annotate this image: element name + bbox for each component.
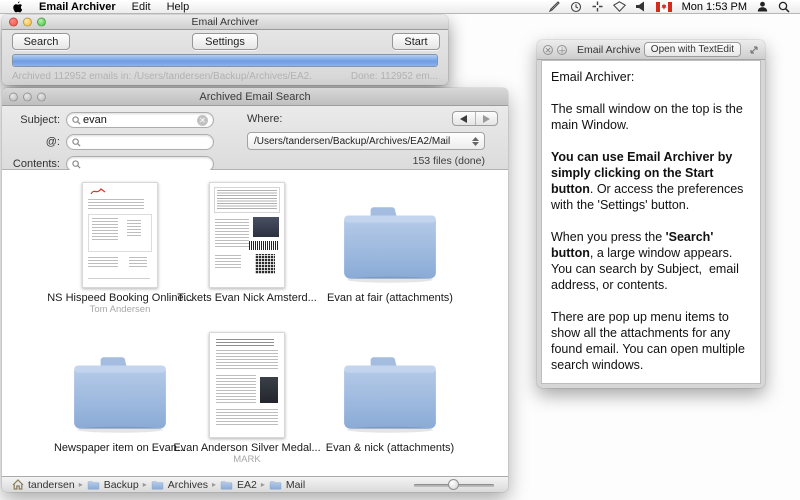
minimize-button[interactable] xyxy=(23,92,32,101)
folder-icon[interactable] xyxy=(339,202,441,286)
spotlight-icon[interactable] xyxy=(778,1,790,13)
search-icon xyxy=(72,116,81,125)
file-subtitle: MARK xyxy=(169,454,325,465)
path-item-mail[interactable]: Mail xyxy=(269,479,305,491)
email-archiver-window: Email Archiver Search Settings Start Arc… xyxy=(2,15,448,85)
close-button[interactable] xyxy=(9,92,18,101)
where-label: Where: xyxy=(247,113,282,125)
minimize-button[interactable] xyxy=(23,18,32,27)
file-item[interactable]: Evan at fair (attachments) xyxy=(312,176,468,315)
icon-size-slider[interactable] xyxy=(414,478,494,492)
expand-icon[interactable] xyxy=(749,45,759,55)
address-label: @: xyxy=(2,136,60,148)
main-window-titlebar[interactable]: Email Archiver xyxy=(2,15,448,30)
back-button[interactable] xyxy=(453,112,475,125)
archive-progress-bar xyxy=(12,54,438,67)
clear-icon[interactable]: ✕ xyxy=(197,115,208,126)
file-name: Evan at fair (attachments) xyxy=(312,292,468,304)
file-item[interactable]: Evan & nick (attachments) xyxy=(312,326,468,465)
progress-fill xyxy=(13,55,437,66)
pen-icon[interactable] xyxy=(549,1,560,12)
search-results-grid: NS Hispeed Booking Online... Tom Anderse… xyxy=(2,170,508,476)
menu-bar: Email Archiver Edit Help Mon 1:53 xyxy=(0,0,800,14)
menu-edit[interactable]: Edit xyxy=(132,1,151,13)
path-item-archives[interactable]: Archives xyxy=(151,479,208,491)
quicklook-title: Email Archiver.rtf xyxy=(577,44,640,56)
fullscreen-button[interactable]: ＋ xyxy=(557,45,567,55)
file-item[interactable]: Evan Anderson Silver Medal... MARK xyxy=(169,326,325,465)
close-button[interactable] xyxy=(9,18,18,27)
search-window-titlebar[interactable]: Archived Email Search xyxy=(2,88,508,106)
forward-icon xyxy=(483,115,490,123)
document-thumbnail-invoice[interactable] xyxy=(82,182,158,288)
address-input[interactable] xyxy=(81,136,208,148)
search-icon xyxy=(72,160,81,169)
canada-flag-icon[interactable] xyxy=(656,2,672,12)
subject-input[interactable] xyxy=(81,114,197,126)
file-subtitle xyxy=(169,304,325,315)
file-name: Evan Anderson Silver Medal... xyxy=(169,442,325,454)
crosshair-icon[interactable] xyxy=(592,1,603,12)
subject-field[interactable]: ✕ xyxy=(66,112,214,128)
slider-thumb[interactable] xyxy=(448,479,459,490)
start-button[interactable]: Start xyxy=(392,33,440,50)
main-window-title: Email Archiver xyxy=(191,16,258,28)
where-popup-menu[interactable]: /Users/tandersen/Backup/Archives/EA2/Mai… xyxy=(247,132,485,150)
archive-done-text: Done: 112952 em... xyxy=(351,71,438,82)
search-icon xyxy=(72,138,81,147)
home-icon xyxy=(12,479,24,490)
open-with-textedit-button[interactable]: Open with TextEdit xyxy=(644,42,741,57)
user-icon[interactable] xyxy=(757,1,768,12)
menu-help[interactable]: Help xyxy=(167,1,190,13)
settings-button[interactable]: Settings xyxy=(192,33,258,50)
path-item-backup[interactable]: Backup xyxy=(87,479,139,491)
archived-email-search-window: Archived Email Search Subject: ✕ @: Cont xyxy=(2,88,508,492)
zoom-button[interactable] xyxy=(37,18,46,27)
path-bar: tandersen ▸ Backup ▸ Archives ▸ EA2 ▸ Ma… xyxy=(2,476,508,492)
archive-status-text: Archived 112952 emails in: /Users/tander… xyxy=(12,71,312,82)
quicklook-titlebar[interactable]: ✕ ＋ Email Archiver.rtf Open with TextEdi… xyxy=(537,40,765,60)
popup-stepper-icon xyxy=(470,137,484,146)
file-subtitle xyxy=(312,454,468,465)
diamond-icon[interactable] xyxy=(613,1,626,12)
menubar-clock[interactable]: Mon 1:53 PM xyxy=(682,1,747,13)
file-item[interactable]: Tickets Evan Nick Amsterd... xyxy=(169,176,325,315)
folder-icon xyxy=(269,480,282,490)
where-popup-value: /Users/tandersen/Backup/Archives/EA2/Mai… xyxy=(254,136,470,147)
document-thumbnail-ticket[interactable] xyxy=(209,182,285,288)
menu-app-name[interactable]: Email Archiver xyxy=(39,1,116,13)
folder-icon[interactable] xyxy=(69,352,171,436)
volume-icon[interactable] xyxy=(636,1,646,12)
path-item-home[interactable]: tandersen xyxy=(12,479,75,491)
contents-input[interactable] xyxy=(81,158,208,170)
back-icon xyxy=(460,115,467,123)
file-name: Tickets Evan Nick Amsterd... xyxy=(169,292,325,304)
folder-icon xyxy=(220,480,233,490)
history-segmented-control xyxy=(452,111,498,126)
files-count: 153 files (done) xyxy=(247,155,485,167)
folder-icon xyxy=(151,480,164,490)
quicklook-text: Email Archiver: The small window on the … xyxy=(541,60,761,384)
close-button[interactable]: ✕ xyxy=(543,45,553,55)
address-field[interactable] xyxy=(66,134,214,150)
folder-icon xyxy=(87,480,100,490)
forward-button[interactable] xyxy=(475,112,498,125)
contents-label: Contents: xyxy=(2,158,60,170)
path-item-ea2[interactable]: EA2 xyxy=(220,479,257,491)
apple-menu-icon[interactable] xyxy=(12,1,23,13)
search-window-title: Archived Email Search xyxy=(199,91,310,103)
folder-icon[interactable] xyxy=(339,352,441,436)
file-subtitle xyxy=(312,304,468,315)
quicklook-window: ✕ ＋ Email Archiver.rtf Open with TextEdi… xyxy=(537,40,765,388)
search-button[interactable]: Search xyxy=(12,33,70,50)
document-thumbnail-article[interactable] xyxy=(209,332,285,438)
zoom-button[interactable] xyxy=(37,92,46,101)
search-toolbar: Subject: ✕ @: Contents: xyxy=(2,106,508,170)
file-name: Evan & nick (attachments) xyxy=(312,442,468,454)
subject-label: Subject: xyxy=(2,114,60,126)
time-machine-icon[interactable] xyxy=(570,1,582,13)
